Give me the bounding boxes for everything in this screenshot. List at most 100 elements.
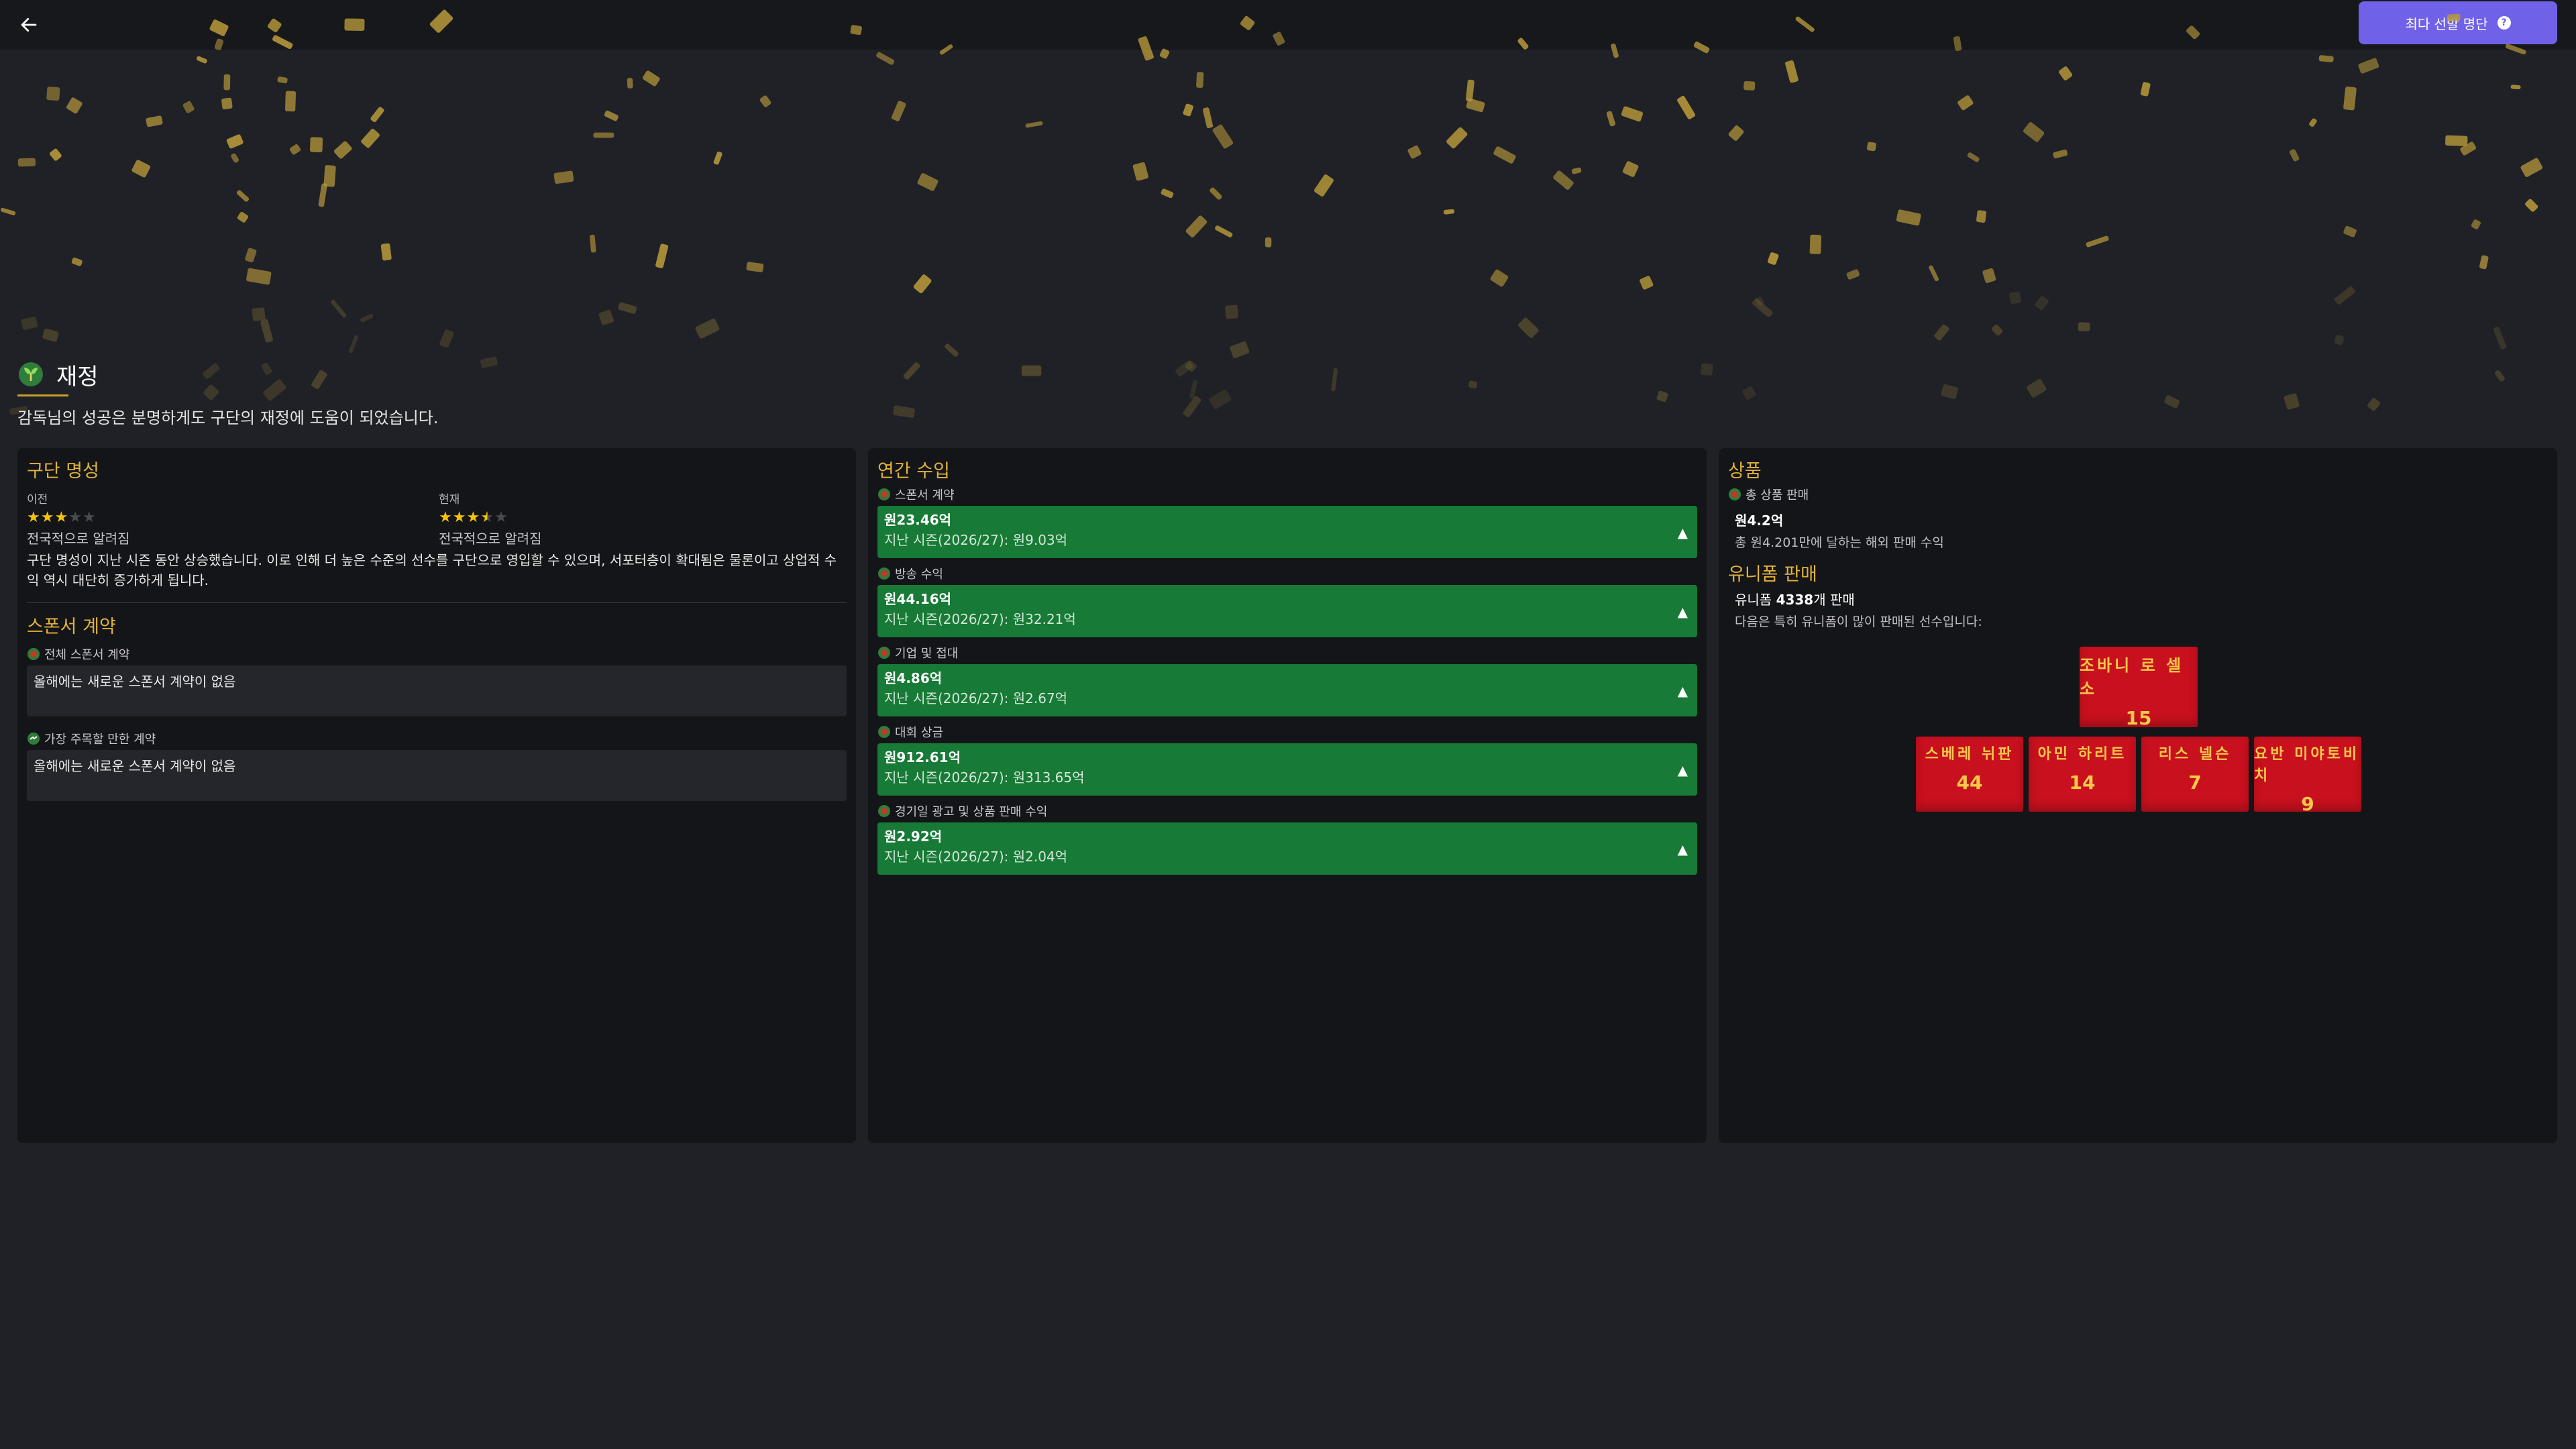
player-shirt[interactable]: 조바니 로 셀소 15 (2080, 647, 2198, 729)
help-circle-icon: ? (2497, 16, 2511, 30)
confetti-piece (311, 370, 327, 390)
confetti-piece (196, 56, 207, 64)
confetti-piece (318, 183, 327, 207)
confetti-piece (2318, 55, 2334, 62)
confetti-piece (146, 115, 163, 127)
confetti-piece (2343, 225, 2357, 237)
confetti-piece (1196, 72, 1204, 89)
income-item-bar[interactable]: 원912.61억지난 시즌(2026/27): 원313.65억 ▲ (877, 743, 1697, 796)
merchandise-total-label-row: 총 상품 판매 (1728, 486, 1809, 503)
confetti-piece (226, 134, 244, 149)
income-item-bar[interactable]: 원2.92억 지난 시즌(2026/27): 원2.04억 ▲ (877, 822, 1697, 875)
star-icon: ★ (40, 509, 55, 526)
trend-up-icon: ▲ (1677, 762, 1688, 778)
confetti-piece (618, 302, 637, 314)
income-title: 연간 수입 (877, 461, 950, 482)
kit-sales-prefix: 유니폼 (1735, 592, 1776, 608)
income-item-value: 원912.61억 (884, 749, 961, 765)
confetti-piece (1230, 341, 1250, 358)
top-bar: 최다 선발 명단 ? (0, 0, 2576, 50)
confetti-piece (333, 141, 352, 159)
income-item-bar[interactable]: 원4.86억 지난 시즌(2026/27): 원2.67억 ▲ (877, 664, 1697, 716)
income-item-previous: 지난 시즌(2026/27): 원313.65억 (884, 769, 1085, 786)
confetti-piece (604, 110, 619, 121)
player-shirt[interactable]: 리스 넬슨 7 (2141, 737, 2249, 812)
confetti-piece (1967, 152, 1980, 162)
confetti-piece (131, 160, 151, 178)
reputation-previous: 이전 ★★★★★ 전국적으로 알려짐 (27, 490, 130, 547)
merchandise-title: 상품 (1728, 461, 1762, 482)
confetti-piece (1185, 215, 1208, 237)
confetti-piece (642, 70, 660, 87)
star-icon: ★ (82, 509, 97, 526)
best-lineup-button[interactable]: 최다 선발 명단 ? (2359, 1, 2557, 44)
merchandise-panel: 상품 총 상품 판매 원4.2억 총 원4.201만에 달하는 해외 판매 수익… (1719, 448, 2557, 1143)
confetti-piece (1183, 103, 1193, 117)
income-item-previous: 지난 시즌(2026/27): 원32.21억 (884, 611, 1076, 627)
merchandise-total-sub: 총 원4.201만에 달하는 해외 판매 수익 (1735, 535, 1944, 550)
player-shirt[interactable]: 스베레 뉘판 44 (1916, 737, 2023, 812)
star-icon: ★ (54, 509, 69, 526)
finance-plant-icon (19, 362, 43, 386)
confetti-piece (1407, 145, 1421, 159)
income-item-previous: 지난 시즌(2026/27): 원9.03억 (884, 532, 1068, 548)
star-icon: ★ (452, 509, 467, 526)
confetti-piece (1518, 317, 1539, 338)
income-item-value: 원2.92억 (884, 828, 943, 845)
confetti-piece (2445, 135, 2468, 146)
confetti-piece (2009, 291, 2021, 305)
player-shirt[interactable]: 요반 미야토비치 9 (2254, 737, 2361, 815)
confetti-piece (1225, 305, 1238, 319)
confetti-piece (380, 243, 392, 261)
confetti-piece (252, 307, 266, 321)
player-shirt-name: 리스 넬슨 (2158, 746, 2232, 763)
confetti-piece (237, 211, 249, 223)
confetti-piece (1976, 210, 1987, 223)
trend-up-icon: ▲ (1677, 841, 1688, 857)
player-shirt-number: 44 (1956, 771, 1983, 794)
confetti-piece (1941, 384, 1958, 399)
confetti-piece (46, 87, 60, 101)
confetti-piece (903, 362, 920, 380)
income-item: 기업 및 접대 원4.86억 지난 시즌(2026/27): 원2.67억 ▲ (877, 644, 1697, 716)
confetti-piece (655, 244, 669, 268)
star-icon: ★ (480, 509, 494, 526)
all-sponsors-label: 전체 스폰서 계약 (44, 648, 130, 662)
confetti-piece (480, 356, 498, 368)
confetti-piece (1443, 209, 1455, 215)
section-title: 재정 (56, 363, 99, 390)
divider (27, 602, 847, 603)
confetti-piece (553, 170, 574, 184)
confetti-piece (260, 319, 273, 343)
trend-up-icon: ▲ (1677, 604, 1688, 620)
confetti-piece (1756, 297, 1764, 306)
confetti-piece (2164, 395, 2180, 409)
kit-sales-title: 유니폼 판매 (1728, 564, 1817, 585)
reputation-previous-text: 전국적으로 알려짐 (27, 531, 130, 547)
confetti-piece (236, 190, 250, 202)
income-item-bar[interactable]: 원44.16억 지난 시즌(2026/27): 원32.21억 ▲ (877, 585, 1697, 637)
income-item-bar[interactable]: 원23.46억 지난 시즌(2026/27): 원9.03억 ▲ (877, 506, 1697, 558)
confetti-piece (1606, 111, 1615, 127)
player-shirt[interactable]: 아민 하리트 14 (2029, 737, 2136, 812)
section-description: 감독님의 성공은 분명하게도 구단의 재정에 도움이 되었습니다. (17, 409, 439, 427)
confetti-piece (370, 107, 384, 122)
back-button[interactable] (13, 9, 44, 40)
star-icon: ★ (27, 509, 41, 526)
confetti-piece (1728, 125, 1744, 141)
income-item-label-row: 경기일 광고 및 상품 판매 수익 (877, 802, 1697, 820)
income-item: 스폰서 계약 원23.46억 지난 시즌(2026/27): 원9.03억 ▲ (877, 486, 1697, 558)
handshake-icon (28, 733, 40, 745)
confetti-piece (439, 329, 454, 348)
income-category-icon (878, 647, 890, 659)
confetti-piece (1025, 121, 1043, 128)
income-item-label: 경기일 광고 및 상품 판매 수익 (895, 805, 1048, 819)
trend-up-icon: ▲ (1677, 525, 1688, 541)
confetti-piece (1809, 234, 1822, 254)
annual-income-panel: 연간 수입 스폰서 계약 원23.46억 지난 시즌(2026/27): 원9.03… (868, 448, 1707, 1143)
confetti-piece (203, 384, 219, 400)
confetti-piece (1553, 170, 1574, 190)
confetti-piece (2367, 398, 2381, 411)
confetti-piece (590, 234, 596, 253)
star-icon: ★ (494, 509, 508, 526)
